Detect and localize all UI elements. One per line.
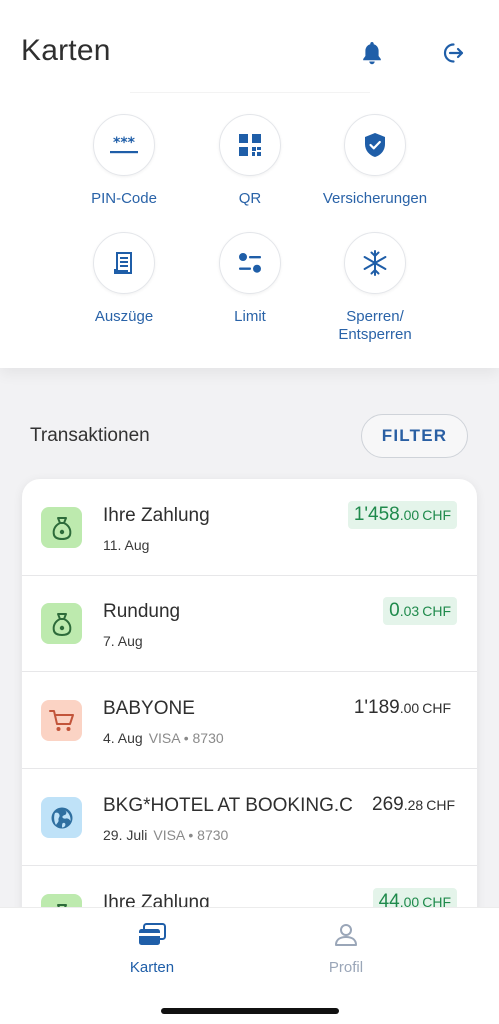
action-sperren[interactable]: Sperren/ Entsperren xyxy=(300,232,450,344)
transaction-icon xyxy=(41,700,82,741)
cards-icon xyxy=(139,923,166,945)
date-text: 7. Aug xyxy=(103,633,143,649)
transaction-date: 11. Aug xyxy=(103,537,149,553)
money-bag-icon xyxy=(52,516,71,540)
qr-code-icon xyxy=(239,134,261,156)
transaction-date: 4. Aug VISA • 8730 xyxy=(103,730,224,746)
sperren-circle xyxy=(344,232,406,294)
pin-code-circle: *** xyxy=(93,114,155,176)
auszuege-circle xyxy=(93,232,155,294)
card-info: VISA • 8730 xyxy=(153,827,229,843)
statement-icon xyxy=(114,252,132,274)
profile-icon xyxy=(335,924,357,946)
tab-profil[interactable]: Profil xyxy=(286,922,406,976)
limit-circle xyxy=(219,232,281,294)
transaction-amount: 1'458.00 CHF xyxy=(347,501,457,529)
amount-currency: CHF xyxy=(426,797,455,813)
tab-label: Profil xyxy=(328,959,364,976)
svg-text:***: *** xyxy=(113,135,136,151)
logout-button[interactable] xyxy=(436,36,470,70)
amount-currency: CHF xyxy=(422,507,451,523)
shield-check-icon xyxy=(365,133,385,157)
transaction-date: 29. Juli VISA • 8730 xyxy=(103,827,228,843)
notifications-button[interactable] xyxy=(355,36,389,70)
page-title: Karten xyxy=(21,34,111,67)
action-label: Versicherungen xyxy=(322,190,428,207)
transaction-amount: 1'189.00 CHF xyxy=(348,694,457,722)
home-indicator xyxy=(161,1008,339,1014)
filter-button[interactable]: FILTER xyxy=(361,414,468,458)
amount-currency: CHF xyxy=(422,603,451,619)
top-panel: Karten *** PIN-Code QR Versicherungen Au… xyxy=(0,0,499,368)
limit-sliders-icon xyxy=(239,253,261,273)
money-bag-icon xyxy=(52,612,71,636)
snowflake-icon xyxy=(363,250,387,276)
globe-icon xyxy=(51,807,72,828)
card-info: VISA • 8730 xyxy=(148,730,224,746)
transactions-title: Transaktionen xyxy=(30,425,150,446)
date-text: 11. Aug xyxy=(103,537,150,553)
qr-circle xyxy=(219,114,281,176)
date-text: 4. Aug xyxy=(103,730,143,746)
logout-icon xyxy=(443,43,464,63)
transaction-icon xyxy=(41,797,82,838)
transaction-row[interactable]: BABYONE 4. Aug VISA • 8730 1'189.00 CHF xyxy=(22,672,477,769)
action-versicherungen[interactable]: Versicherungen xyxy=(300,114,450,208)
transaction-name: Rundung xyxy=(103,601,181,622)
amount-main: 269 xyxy=(372,794,404,815)
versicherungen-circle xyxy=(344,114,406,176)
amount-currency: CHF xyxy=(422,700,451,716)
transaction-name: BABYONE xyxy=(103,698,195,719)
action-label: Sperren/ Entsperren xyxy=(338,308,412,343)
shopping-cart-icon xyxy=(48,709,74,731)
transaction-name: BKG*HOTEL AT BOOKING.C xyxy=(103,795,353,816)
divider xyxy=(130,92,370,93)
amount-decimals: .00 xyxy=(399,700,420,716)
transaction-amount: 269.28 CHF xyxy=(366,791,461,819)
transaction-icon xyxy=(41,603,82,644)
tab-karten[interactable]: Karten xyxy=(92,922,212,976)
transaction-date: 7. Aug xyxy=(103,633,143,649)
bottom-nav: Karten Profil xyxy=(0,907,499,1024)
transaction-row[interactable]: Rundung 7. Aug 0.03 CHF xyxy=(22,575,477,672)
bell-icon xyxy=(363,42,381,65)
transaction-row[interactable]: BKG*HOTEL AT BOOKING.C 29. Juli VISA • 87… xyxy=(22,769,477,866)
transaction-amount: 0.03 CHF xyxy=(383,597,457,625)
amount-decimals: .00 xyxy=(399,507,420,523)
transaction-name: Ihre Zahlung xyxy=(103,505,210,526)
transaction-row[interactable]: Ihre Zahlung 11. Aug 1'458.00 CHF xyxy=(22,479,477,576)
date-text: 29. Juli xyxy=(103,827,148,843)
amount-main: 1'458 xyxy=(353,504,400,525)
pin-code-icon: *** xyxy=(110,135,138,154)
amount-main: 1'189 xyxy=(353,697,400,718)
amount-decimals: .03 xyxy=(399,603,420,619)
transaction-icon xyxy=(41,507,82,548)
amount-main: 0 xyxy=(389,600,400,621)
tab-label: Karten xyxy=(129,959,175,976)
amount-decimals: .28 xyxy=(403,797,424,813)
